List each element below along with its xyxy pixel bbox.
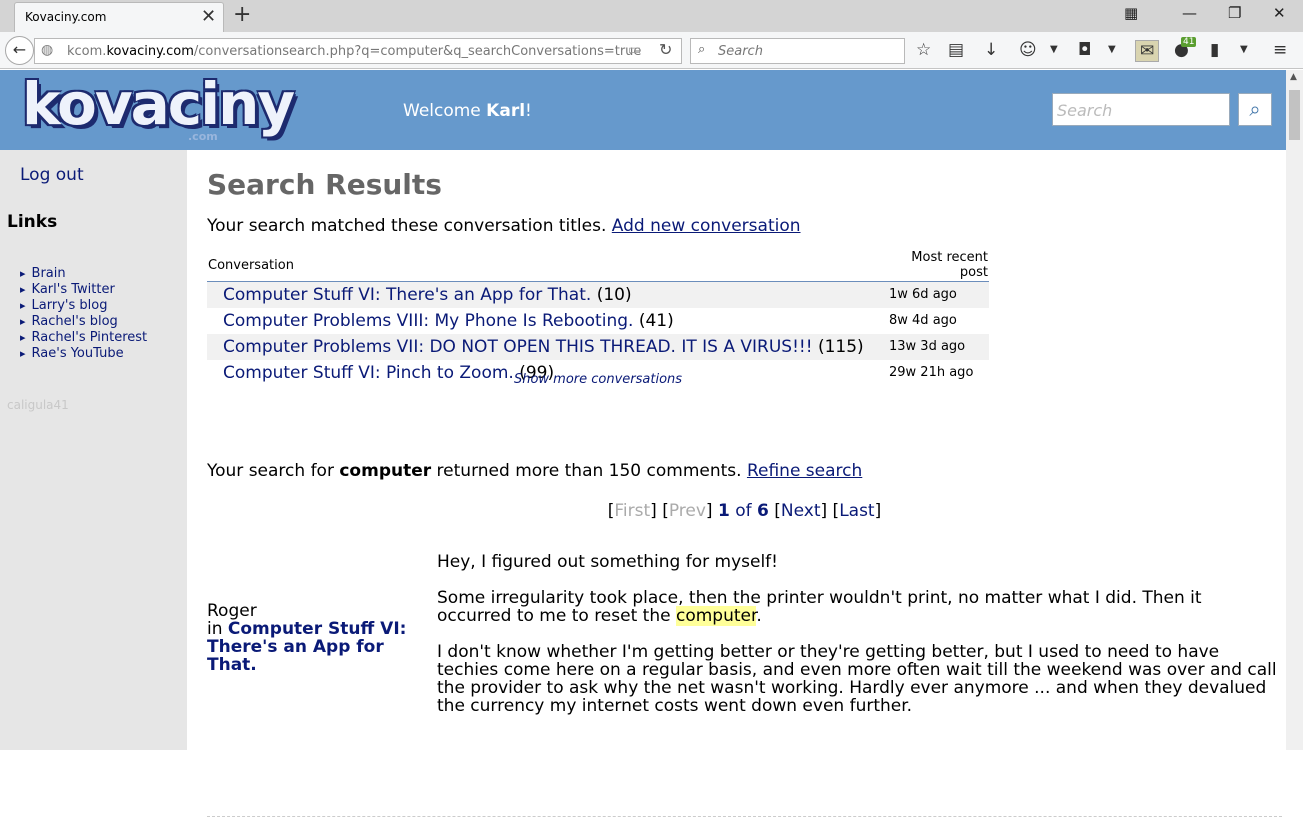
pager-first: First (614, 501, 651, 521)
conversation-link[interactable]: Computer Problems VIII: My Phone Is Rebo… (223, 311, 633, 331)
logout-link[interactable]: Log out (20, 165, 84, 185)
browser-nav-bar: ← ◍ kcom.kovaciny.com/conversationsearch… (0, 32, 1303, 69)
pagination: [First] [Prev] 1 of 6 [Next] [Last] (607, 501, 882, 521)
site-search-placeholder: Search (1057, 101, 1113, 120)
conversation-recent: 13w 3d ago (889, 333, 989, 360)
sidebar-link-larrys-blog[interactable]: Larry's blog (20, 298, 147, 314)
bookmark-star-icon[interactable]: ☆ (916, 40, 931, 60)
reading-list-icon[interactable]: ▤ (948, 40, 964, 60)
browser-search-bar[interactable]: ⌕ Search (690, 38, 905, 64)
addon-face-icon[interactable]: ☺ (1019, 40, 1037, 60)
addon-badge: 41 (1181, 37, 1197, 47)
reload-icon[interactable]: ↻ (659, 40, 672, 59)
conversation-recent: 8w 4d ago (889, 313, 957, 328)
pager-next[interactable]: Next (781, 501, 821, 521)
browser-tab-bar: Kovaciny.com ✕ + ▦ — ❐ ✕ (0, 0, 1303, 32)
dropdown-arrow-icon[interactable]: ▼ (1108, 44, 1116, 55)
browser-tab[interactable]: Kovaciny.com ✕ (14, 2, 224, 32)
post-body: Hey, I figured out something for myself!… (437, 553, 1277, 733)
scroll-up-icon[interactable]: ▲ (1290, 72, 1297, 82)
welcome-message: Welcome Karl! (403, 101, 532, 121)
search-button[interactable]: ⌕ (1238, 93, 1272, 126)
column-header-recent: Most recent post (889, 250, 989, 282)
table-row: Computer Problems VII: DO NOT OPEN THIS … (207, 333, 989, 360)
post-meta: Roger in Computer Stuff VI: There's an A… (207, 602, 422, 674)
pager-last[interactable]: Last (839, 501, 874, 521)
scrollbar-thumb[interactable] (1289, 90, 1300, 140)
conversation-table: Conversation Most recent post Computer S… (207, 250, 989, 386)
conversation-count: (115) (817, 336, 864, 357)
sidebar-link-rachels-pinterest[interactable]: Rachel's Pinterest (20, 330, 148, 346)
conversation-link[interactable]: Computer Stuff VI: There's an App for Th… (223, 285, 591, 305)
minimize-icon[interactable]: — (1182, 4, 1197, 22)
conversation-recent: 1w 6d ago (889, 281, 989, 308)
pager-prev: Prev (668, 501, 706, 521)
conversation-count: (10) (596, 284, 632, 305)
search-term: computer (339, 461, 432, 481)
dropdown-arrow-icon[interactable]: ▼ (1050, 44, 1058, 55)
conversation-count: (41) (638, 310, 674, 331)
menu-icon[interactable]: ≡ (1273, 40, 1287, 60)
welcome-username: Karl (486, 101, 526, 121)
close-tab-icon[interactable]: ✕ (201, 6, 216, 27)
restore-icon[interactable]: ❐ (1228, 4, 1241, 22)
close-window-icon[interactable]: ✕ (1273, 4, 1286, 22)
page-scrollbar[interactable]: ▲ (1286, 70, 1303, 750)
browser-search-placeholder: Search (718, 44, 763, 59)
post-thread-link[interactable]: Computer Stuff VI: There's an App for Th… (207, 619, 406, 675)
links-heading: Links (7, 212, 58, 232)
sidebar-links: Brain Karl's Twitter Larry's blog Rachel… (20, 266, 148, 362)
site-header: kovaciny .com Welcome Karl! Search ⌕ (0, 70, 1286, 150)
magnifier-icon: ⌕ (1249, 97, 1261, 121)
conversation-link[interactable]: Computer Problems VII: DO NOT OPEN THIS … (223, 337, 813, 357)
sidebar-link-rachels-blog[interactable]: Rachel's blog (20, 314, 147, 330)
post-paragraph: I don't know whether I'm getting better … (437, 642, 1277, 716)
url-bar[interactable]: ◍ kcom.kovaciny.com/conversationsearch.p… (34, 38, 682, 64)
sidebar-link-karls-twitter[interactable]: Karl's Twitter (20, 282, 147, 298)
clipboard-icon[interactable]: ▮ (1210, 40, 1219, 60)
dropdown-arrow-icon[interactable]: ▼ (1240, 44, 1248, 55)
table-header-row: Conversation Most recent post (207, 250, 989, 282)
pocket-icon[interactable]: ◘ (1078, 40, 1091, 60)
reader-view-icon[interactable]: ▭ (628, 42, 641, 58)
sidebar: Log out Links Brain Karl's Twitter Larry… (0, 150, 187, 750)
post-paragraph: Hey, I figured out something for myself! (437, 552, 778, 572)
sidebar-link-brain[interactable]: Brain (20, 266, 147, 282)
table-row: Computer Problems VIII: My Phone Is Rebo… (207, 308, 989, 334)
site-info-icon[interactable]: ◍ (41, 42, 53, 58)
search-highlight: computer (675, 606, 757, 626)
sidebar-username: caligula41 (7, 398, 69, 412)
addon-chat-icon[interactable]: ✉ (1135, 40, 1160, 62)
url-text: kcom.kovaciny.com/conversationsearch.php… (67, 44, 642, 59)
page-title: Search Results (207, 168, 442, 201)
table-row: Computer Stuff VI: There's an App for Th… (207, 281, 989, 308)
post-author[interactable]: Roger (207, 602, 422, 620)
column-header-conversation: Conversation (207, 250, 889, 282)
comment-summary: Your search for computer returned more t… (207, 461, 863, 481)
new-tab-icon[interactable]: + (233, 2, 251, 27)
pager-of: of (735, 501, 752, 521)
refine-search-link[interactable]: Refine search (747, 461, 862, 481)
download-icon[interactable]: ↓ (984, 40, 998, 60)
add-conversation-link[interactable]: Add new conversation (612, 216, 801, 236)
match-summary: Your search matched these conversation t… (207, 216, 801, 236)
show-more-conversations-link[interactable]: Show more conversations (207, 372, 989, 387)
pager-current: 1 (717, 501, 730, 521)
web-page: kovaciny .com Welcome Karl! Search ⌕ Log… (0, 70, 1286, 817)
sidebar-link-raes-youtube[interactable]: Rae's YouTube (20, 346, 147, 362)
site-logo-suffix: .com (188, 130, 218, 143)
back-arrow-icon[interactable]: ← (5, 36, 34, 65)
tab-title: Kovaciny.com (25, 10, 107, 24)
tab-groups-icon[interactable]: ▦ (1124, 4, 1138, 22)
post-paragraph: Some irregularity took place, then the p… (437, 588, 1202, 626)
pager-total: 6 (757, 501, 769, 521)
search-icon: ⌕ (698, 42, 706, 57)
site-search-input[interactable]: Search (1052, 93, 1230, 126)
site-logo[interactable]: kovaciny (22, 70, 295, 138)
